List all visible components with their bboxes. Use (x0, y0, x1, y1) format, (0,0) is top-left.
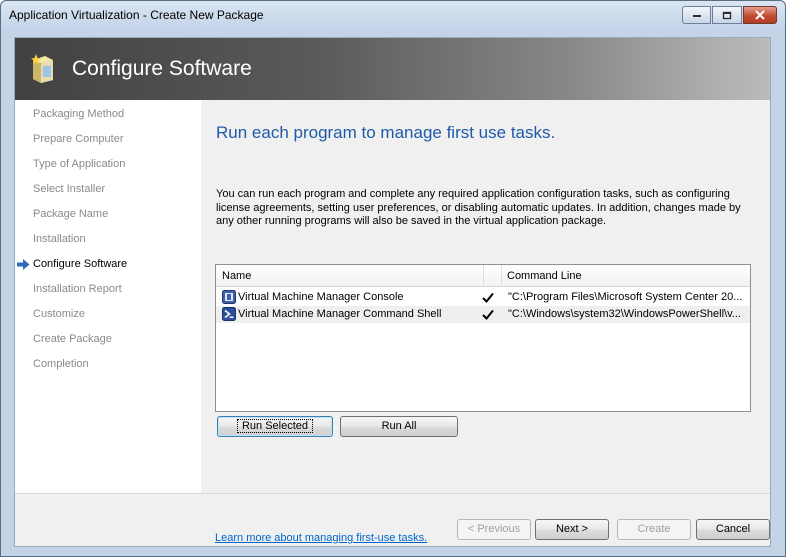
column-header-name[interactable]: Name (222, 270, 251, 282)
create-button[interactable]: Create (617, 519, 691, 540)
powershell-icon (222, 307, 236, 321)
previous-label: < Previous (467, 523, 521, 535)
list-header: Name Command Line (216, 265, 750, 287)
run-selected-label: Run Selected (236, 419, 314, 433)
run-all-button[interactable]: Run All (340, 416, 458, 437)
step-package-name: Package Name (33, 208, 109, 220)
cancel-button[interactable]: Cancel (696, 519, 770, 540)
row-command-line: "C:\Program Files\Microsoft System Cente… (508, 291, 743, 303)
run-all-label: Run All (381, 420, 417, 432)
maximize-button[interactable] (712, 6, 742, 24)
row-command-line: "C:\Windows\system32\WindowsPowerShell\v… (508, 308, 741, 320)
main-content: Run each program to manage first use tas… (201, 100, 770, 544)
description-text: You can run each program and complete an… (216, 188, 741, 227)
row-name: Virtual Machine Manager Command Shell (238, 308, 442, 320)
step-type-of-application: Type of Application (33, 158, 126, 170)
step-create-package: Create Package (33, 333, 112, 345)
step-installation-report: Installation Report (33, 283, 122, 295)
minimize-icon (692, 15, 701, 17)
title-bar[interactable]: Application Virtualization - Create New … (1, 1, 785, 31)
column-divider[interactable] (483, 265, 484, 287)
cancel-label: Cancel (715, 523, 751, 535)
column-header-command-line[interactable]: Command Line (507, 270, 582, 282)
programs-list[interactable]: Name Command Line Virtual Machine Manage… (215, 264, 751, 412)
next-label: Next > (555, 523, 589, 535)
package-wizard-icon (31, 54, 53, 83)
checkmark-icon (482, 292, 494, 303)
header-banner: Configure Software (15, 38, 770, 100)
step-configure-software: Configure Software (33, 258, 128, 270)
page-title: Configure Software (72, 57, 252, 80)
step-completion: Completion (33, 358, 89, 370)
next-button[interactable]: Next > (535, 519, 609, 540)
table-row[interactable]: Virtual Machine Manager Command Shell "C… (216, 306, 750, 323)
minimize-button[interactable] (682, 6, 711, 24)
wizard-steps-sidebar: Packaging Method Prepare Computer Type o… (15, 100, 201, 493)
learn-more-link[interactable]: Learn more about managing first-use task… (215, 532, 427, 544)
maximize-icon (722, 11, 732, 19)
step-select-installer: Select Installer (33, 183, 106, 195)
step-customize: Customize (33, 308, 85, 320)
console-app-icon (222, 290, 236, 304)
step-installation: Installation (33, 233, 86, 245)
create-label: Create (637, 523, 671, 535)
wizard-window: Application Virtualization - Create New … (0, 0, 786, 557)
table-row[interactable]: Virtual Machine Manager Console "C:\Prog… (216, 289, 750, 306)
footer-divider (15, 493, 770, 494)
section-heading: Run each program to manage first use tas… (216, 123, 556, 142)
close-icon (755, 10, 765, 20)
run-selected-button[interactable]: Run Selected (217, 416, 333, 437)
current-step-arrow-icon (17, 259, 30, 270)
checkmark-icon (482, 309, 494, 320)
close-button[interactable] (743, 6, 777, 24)
step-prepare-computer: Prepare Computer (33, 133, 124, 145)
row-name: Virtual Machine Manager Console (238, 291, 404, 303)
window-title: Application Virtualization - Create New … (9, 8, 264, 22)
column-divider[interactable] (501, 265, 502, 287)
wizard-body: Configure Software Packaging Method Prep… (14, 37, 771, 547)
previous-button[interactable]: < Previous (457, 519, 531, 540)
step-packaging-method: Packaging Method (33, 108, 125, 120)
